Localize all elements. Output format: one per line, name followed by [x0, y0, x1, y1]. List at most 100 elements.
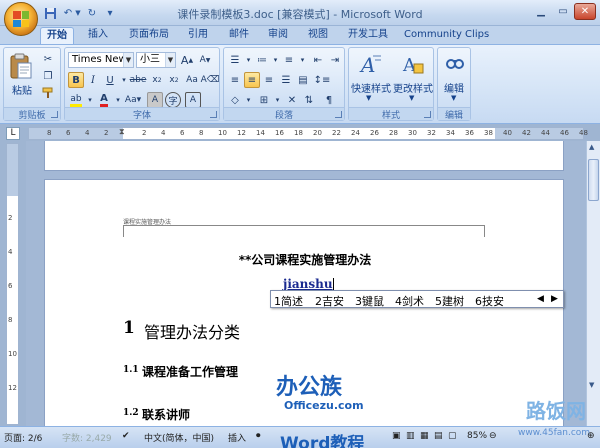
qat-customize-icon[interactable]: ▾ — [102, 5, 118, 21]
macro-record-icon[interactable]: ⏺ — [256, 431, 261, 441]
tab-developer[interactable]: 开发工具 — [342, 27, 394, 44]
tab-insert[interactable]: 插入 — [82, 27, 114, 44]
justify-icon[interactable]: ☰ — [278, 72, 294, 88]
spellcheck-icon[interactable]: ✔ — [122, 431, 130, 441]
change-case-icon[interactable]: Aa — [184, 72, 200, 88]
align-right-icon[interactable]: ≡ — [261, 72, 277, 88]
font-name-dropdown-icon[interactable]: ▼ — [123, 53, 133, 67]
status-mode[interactable]: 插入 — [228, 431, 246, 444]
zoom-out-icon[interactable]: ⊖ — [489, 431, 497, 441]
paste-label[interactable]: 粘贴 — [8, 82, 36, 97]
align-center-icon[interactable]: ≡ — [244, 72, 260, 88]
decrease-indent-icon[interactable]: ⇤ — [310, 52, 326, 68]
shading-icon[interactable]: ◇ — [227, 92, 243, 108]
change-case-menu-icon[interactable]: Aa▾ — [125, 92, 141, 108]
ime-candidate-window[interactable]: 1简述 2吉安 3键鼠 4剑术 5建树 6技安 ◀ ▶ — [270, 290, 564, 308]
numbering-dropdown-icon[interactable]: ▾ — [271, 52, 280, 68]
multilevel-dropdown-icon[interactable]: ▾ — [298, 52, 307, 68]
subscript-icon[interactable]: x2 — [149, 72, 165, 88]
document-title[interactable]: **公司课程实施管理办法 — [45, 251, 565, 268]
format-painter-icon[interactable] — [40, 85, 56, 101]
heading-1-2[interactable]: 联系讲师 — [142, 406, 190, 423]
find-icon[interactable] — [444, 52, 466, 74]
align-left-icon[interactable]: ≡ — [227, 72, 243, 88]
line-spacing-icon[interactable]: ↕≡ — [314, 72, 331, 88]
print-layout-icon[interactable]: ▣ — [392, 431, 401, 441]
shading-dropdown-icon[interactable]: ▾ — [244, 92, 253, 108]
status-zoom[interactable]: 85% — [467, 431, 487, 441]
heading-1-2-number[interactable]: 1.2 — [123, 408, 139, 418]
font-size-combo[interactable]: 小三 ▼ — [136, 52, 176, 68]
ime-candidate[interactable]: 5建树 — [435, 293, 464, 309]
tab-references[interactable]: 引用 — [182, 27, 214, 44]
heading-1-1-number[interactable]: 1.1 — [123, 365, 139, 375]
undo-dropdown-icon[interactable]: ▼ — [74, 5, 82, 21]
tab-home[interactable]: 开始 — [40, 27, 74, 44]
heading-1-1[interactable]: 课程准备工作管理 — [142, 363, 238, 380]
quick-styles-dropdown-icon[interactable]: ▼ — [366, 94, 371, 102]
font-name-combo[interactable]: Times New R ▼ — [68, 52, 134, 68]
highlight-icon[interactable]: ab — [68, 92, 84, 108]
multilevel-list-icon[interactable]: ≡ — [281, 52, 297, 68]
web-layout-icon[interactable]: ▦ — [420, 431, 429, 441]
editing-dropdown-icon[interactable]: ▼ — [451, 94, 456, 102]
bullets-dropdown-icon[interactable]: ▾ — [244, 52, 253, 68]
bold-icon[interactable]: B — [68, 72, 84, 88]
status-words[interactable]: 字数: 2,429 — [62, 431, 112, 444]
draft-view-icon[interactable]: ▢ — [448, 431, 457, 441]
vertical-ruler[interactable]: 2 4 6 8 10 12 — [6, 143, 19, 425]
bullets-icon[interactable]: ☰ — [227, 52, 243, 68]
vertical-scrollbar[interactable]: ▲ ▼ — [586, 141, 600, 426]
document-area[interactable]: 课程实施管理办法 **公司课程实施管理办法 jianshu 1 管理办法分类 1… — [26, 141, 586, 426]
change-styles-dropdown-icon[interactable]: ▼ — [409, 94, 414, 102]
horizontal-ruler[interactable]: 8 6 4 2 2 4 6 8 10 12 14 16 18 20 22 24 26 28 30 32 34 36 38 40… — [28, 127, 588, 140]
tab-selector-icon[interactable]: L — [6, 127, 20, 140]
ime-prev-page-icon[interactable]: ◀ — [537, 294, 544, 304]
status-language[interactable]: 中文(简体，中国) — [144, 431, 214, 444]
change-styles-icon[interactable]: A — [401, 52, 425, 76]
underline-dropdown-icon[interactable]: ▾ — [119, 72, 129, 88]
highlight-dropdown-icon[interactable]: ▾ — [85, 92, 95, 108]
zoom-in-icon[interactable]: ⊕ — [587, 431, 595, 441]
change-styles-label[interactable]: 更改样式 — [391, 80, 435, 95]
shrink-font-icon[interactable]: A ▼ — [197, 52, 213, 68]
editing-label[interactable]: 编辑 — [438, 80, 470, 95]
ime-candidate[interactable]: 4剑术 — [395, 293, 424, 309]
cut-icon[interactable]: ✂ — [40, 51, 56, 67]
tab-community-clips[interactable]: Community Clips — [398, 27, 495, 44]
paragraph-launcher-icon[interactable] — [335, 111, 342, 118]
italic-icon[interactable]: I — [85, 72, 101, 88]
quick-styles-label[interactable]: 快速样式 — [349, 80, 393, 95]
distributed-icon[interactable]: ▤ — [295, 72, 311, 88]
tab-view[interactable]: 视图 — [302, 27, 334, 44]
chinese-layout-icon[interactable]: ✕ — [284, 92, 300, 108]
enclose-char-icon[interactable]: 字 — [165, 92, 181, 108]
char-shading-icon[interactable]: A — [147, 92, 163, 108]
char-border-icon[interactable]: A — [185, 92, 201, 108]
font-launcher-icon[interactable] — [210, 111, 217, 118]
numbering-icon[interactable]: ≔ — [254, 52, 270, 68]
scroll-down-icon[interactable]: ▼ — [589, 381, 594, 389]
ime-candidate[interactable]: 6技安 — [475, 293, 504, 309]
font-size-dropdown-icon[interactable]: ▼ — [165, 53, 175, 67]
indent-marker-icon[interactable]: ⧗ — [119, 127, 125, 137]
font-color-dropdown-icon[interactable]: ▾ — [113, 92, 123, 108]
scroll-up-icon[interactable]: ▲ — [589, 143, 594, 151]
paste-icon[interactable] — [8, 52, 34, 80]
outline-view-icon[interactable]: ▤ — [434, 431, 443, 441]
sort-icon[interactable]: ⇅ — [301, 92, 317, 108]
heading-1[interactable]: 管理办法分类 — [144, 319, 240, 343]
increase-indent-icon[interactable]: ⇥ — [327, 52, 343, 68]
strikethrough-icon[interactable]: abe — [130, 72, 147, 88]
office-button[interactable] — [4, 2, 38, 36]
underline-icon[interactable]: U — [102, 72, 118, 88]
typed-pinyin[interactable]: jianshu — [283, 277, 334, 291]
scroll-thumb[interactable] — [588, 159, 599, 201]
full-screen-reading-icon[interactable]: ▥ — [406, 431, 415, 441]
font-color-icon[interactable]: A — [96, 92, 112, 108]
borders-icon[interactable]: ⊞ — [256, 92, 272, 108]
ime-candidate[interactable]: 1简述 — [274, 293, 303, 309]
heading-1-number[interactable]: 1 — [123, 318, 135, 338]
copy-icon[interactable]: ❐ — [40, 68, 56, 84]
ime-next-page-icon[interactable]: ▶ — [551, 294, 558, 304]
